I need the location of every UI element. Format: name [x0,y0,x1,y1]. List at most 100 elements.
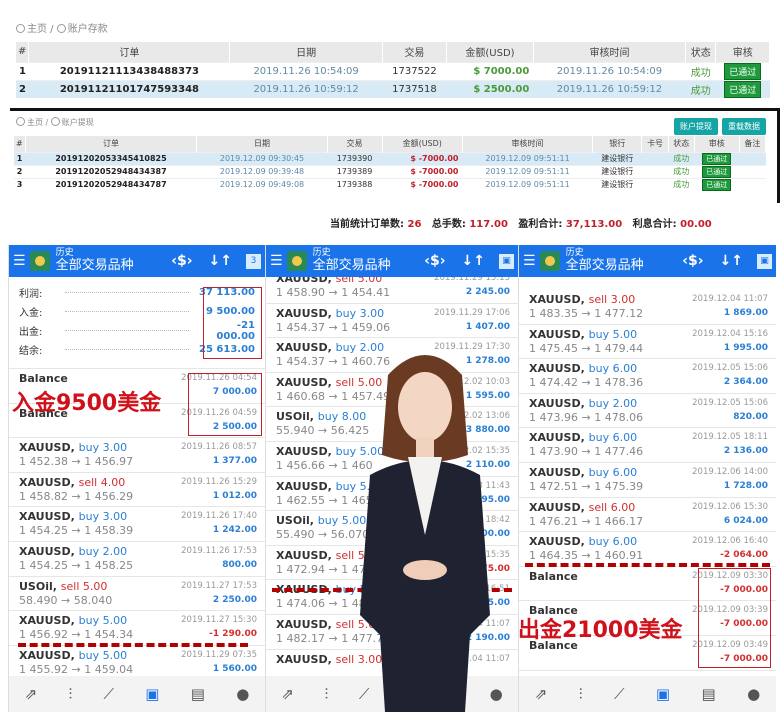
cell-date: 2019.12.09 09:39:48 [196,164,328,178]
history-item[interactable]: XAUUSD, buy 3.00 1 454.37 → 1 459.06 2019.… [266,304,518,339]
history-item[interactable]: XAUUSD, buy 6.00 1 473.90 → 1 477.46 2019.… [519,428,776,463]
breadcrumb-home[interactable]: 主页 [27,24,47,35]
column-header[interactable]: 日期 [229,42,383,62]
cell-status: 成功 [685,61,716,80]
column-header[interactable]: 审核 [715,42,770,62]
trade-icon[interactable]: ⟋ [104,685,115,703]
app-logo-icon [29,251,50,271]
calendar-icon[interactable]: ▣ [757,253,772,269]
column-header[interactable]: 银行 [592,136,643,152]
history-item[interactable]: XAUUSD, buy 2.00 1 454.25 → 1 458.25 2019.… [9,542,265,577]
history-item[interactable]: XAUUSD, buy 3.00 1 452.38 → 1 456.97 2019.… [9,438,265,473]
table-row[interactable]: 1 20191202053345410825 2019.12.09 09:30:45… [14,151,766,165]
approved-badge: 已通过 [702,178,732,191]
symbol-name: XAUUSD, [276,444,332,458]
history-icon[interactable]: ▣ [656,685,670,703]
column-header[interactable]: 日期 [196,136,328,152]
chart-icon[interactable]: ⫶ [324,685,328,703]
chat-icon[interactable]: ● [236,685,249,703]
history-item[interactable]: XAUUSD, buy 5.00 1 475.45 → 1 479.44 2019.… [519,325,776,360]
history-icon[interactable]: ▣ [145,685,159,703]
trade-side: buy 2.00 [78,544,128,558]
column-header[interactable]: 审核时间 [462,136,594,152]
column-header[interactable]: 卡号 [641,136,669,152]
currency-filter-icon[interactable]: ‹$› [682,253,703,269]
history-item[interactable]: XAUUSD, buy 3.00 1 454.25 → 1 458.39 2019.… [9,507,265,542]
history-item[interactable]: XAUUSD, buy 6.00 1 464.35 → 1 460.91 2019.… [519,532,776,567]
menu-icon[interactable]: ☰ [13,253,26,269]
breadcrumb-home[interactable]: 主页 [27,118,43,127]
cell-note [739,151,766,165]
sort-icon[interactable]: ↓↑ [462,253,485,269]
history-item[interactable]: XAUUSD, buy 5.00 1 456.92 → 1 454.34 2019.… [9,611,265,646]
menu-icon[interactable]: ☰ [523,253,536,269]
news-icon[interactable]: ▤ [702,685,716,703]
history-item[interactable]: XAUUSD, buy 2.00 1 473.96 → 1 478.06 2019.… [519,394,776,429]
item-time: 2019.11.26 17:40 [181,511,257,522]
history-item[interactable]: XAUUSD, buy 6.00 1 474.42 → 1 478.36 2019.… [519,359,776,394]
calendar-icon[interactable]: 3 [246,253,261,269]
cell-trade: 1739388 [327,177,383,191]
reload-button[interactable]: 重载数据 [722,118,766,135]
item-profit: -1 290.00 [209,629,257,640]
column-header[interactable]: # [14,136,26,152]
cell-date: 2019.11.26 10:54:09 [229,61,383,80]
column-header[interactable]: 交易 [327,136,383,152]
news-icon[interactable]: ▤ [191,685,205,703]
quotes-icon[interactable]: ⇗ [25,685,38,703]
trade-side: buy 5.00 [588,327,638,341]
symbol-name: XAUUSD, [529,293,585,306]
column-header[interactable]: 备注 [739,136,767,152]
cell-status: 成功 [685,79,716,98]
chart-icon[interactable]: ⫶ [579,685,583,703]
table-row[interactable]: 2 20191202052948434387 2019.12.09 09:39:48… [14,164,766,178]
item-profit: 2 250.00 [212,594,257,605]
sort-icon[interactable]: ↓↑ [209,253,232,269]
history-item[interactable]: XAUUSD, buy 5.00 1 455.92 → 1 459.04 2019.… [9,646,265,676]
cell-order: 20191202052948434387 [25,164,197,178]
item-profit: 800.00 [222,559,257,570]
history-item[interactable]: XAUUSD, sell 5.00 1 458.90 → 1 454.41 2019… [266,277,518,304]
history-item[interactable]: XAUUSD, buy 6.00 1 472.51 → 1 475.39 2019.… [519,463,776,498]
column-header[interactable]: 订单 [28,42,231,62]
item-time: 2019.12.05 15:06 [692,397,768,408]
history-item[interactable]: USOil, sell 5.00 58.490 → 58.040 2019.11.2… [9,577,265,612]
symbol-name: USOil, [276,410,314,424]
table-row[interactable]: 2 20191121101747593348 2019.11.26 10:59:12… [16,79,770,98]
column-header[interactable]: 状态 [668,136,695,152]
symbol-name: XAUUSD, [19,648,75,662]
deposit-annotation: 入金9500美金 [12,391,162,416]
symbol-name: XAUUSD, [19,510,75,524]
table-row[interactable]: 3 20191202052948434787 2019.12.09 09:49:08… [14,177,766,191]
history-item[interactable]: XAUUSD, sell 4.00 1 458.82 → 1 456.29 2019… [9,473,265,508]
table-row[interactable]: 1 20191121113438488373 2019.11.26 10:54:09… [16,61,770,80]
history-item[interactable]: XAUUSD, sell 6.00 1 476.21 → 1 466.17 2019… [519,498,776,533]
column-header[interactable]: 审核时间 [533,42,687,62]
currency-filter-icon[interactable]: ‹$› [424,253,445,269]
quotes-icon[interactable]: ⇗ [535,685,548,703]
column-header[interactable]: 审核 [694,136,740,152]
history-item[interactable]: XAUUSD, sell 3.00 1 483.35 → 1 477.12 2019… [519,290,776,325]
item-time: 2019.11.26 17:53 [181,545,257,556]
sort-icon[interactable]: ↓↑ [720,253,743,269]
chat-icon[interactable]: ● [747,685,760,703]
quotes-icon[interactable]: ⇗ [281,685,294,703]
column-header[interactable]: # [16,42,30,62]
totals-label: 入金: [19,308,43,319]
column-header[interactable]: 金额(USD) [446,42,534,62]
currency-filter-icon[interactable]: ‹$› [171,253,192,269]
item-time: 2019.11.29 17:06 [434,307,510,318]
trade-icon[interactable]: ⟋ [614,685,625,703]
menu-icon[interactable]: ☰ [270,253,283,269]
column-header[interactable]: 状态 [685,42,717,62]
cell-bank: 建设银行 [592,151,642,165]
column-header[interactable]: 交易 [382,42,448,62]
withdraw-button[interactable]: 账户提现 [674,118,718,135]
totals-highlight [203,287,262,359]
cell-amount: $ 7000.00 [446,61,534,80]
calendar-icon[interactable]: ▣ [499,253,514,269]
column-header[interactable]: 订单 [25,136,198,152]
column-header[interactable]: 金额(USD) [382,136,463,152]
chart-icon[interactable]: ⫶ [68,685,72,703]
symbol-name: XAUUSD, [529,535,585,549]
